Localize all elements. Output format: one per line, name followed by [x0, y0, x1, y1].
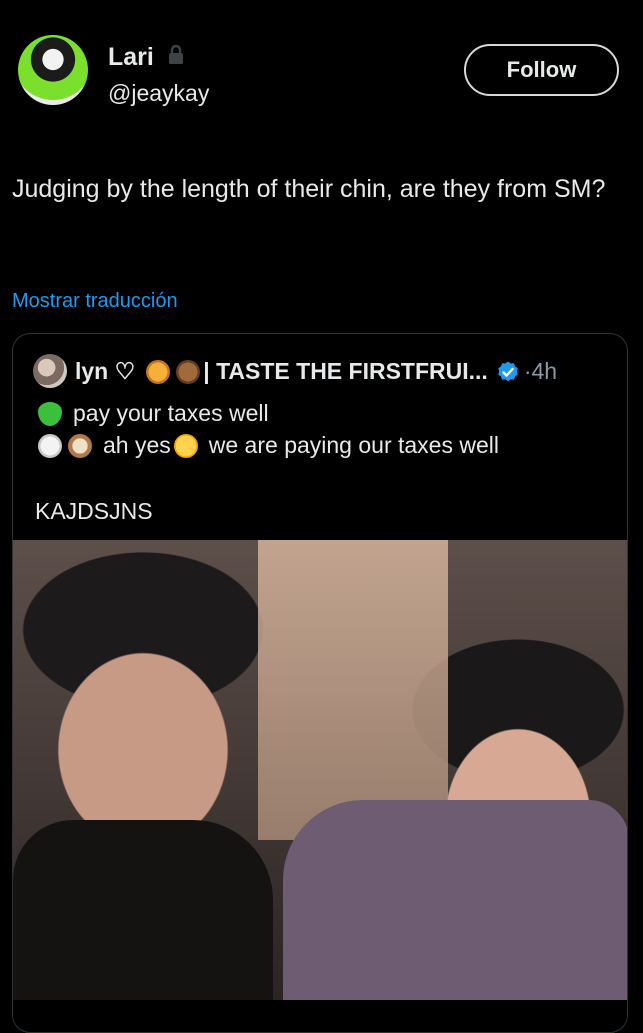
quoted-text-line-2a: ah yes	[103, 432, 171, 458]
verified-badge-icon	[498, 361, 518, 381]
bear-emoji	[176, 359, 201, 384]
dog-emoji	[68, 433, 92, 458]
quoted-tweet-time[interactable]: 4h	[531, 358, 557, 385]
quoted-tweet-card[interactable]: lyn ♡ | TASTE THE FIRSTFRUI... · 4h pay …	[12, 333, 628, 1033]
quoted-text-line-2b: we are paying our taxes well	[208, 432, 499, 458]
photo-background-wall	[258, 540, 448, 840]
quoted-line-2: ah yes we are paying our taxes well	[35, 432, 499, 459]
time-separator: ·	[523, 358, 532, 384]
rabbit-emoji	[38, 433, 62, 458]
quoted-author-title[interactable]: | TASTE THE FIRSTFRUI...	[203, 358, 488, 385]
lock-icon	[169, 44, 183, 64]
green-heart-emoji	[38, 401, 62, 426]
quoted-line-1: pay your taxes well	[35, 400, 269, 427]
quoted-text-line-3: KAJDSJNS	[35, 498, 153, 524]
quoted-author-name[interactable]: lyn ♡	[75, 358, 135, 385]
photo-person-left	[13, 820, 273, 1000]
tiger-emoji	[146, 359, 171, 384]
author-name[interactable]: Lari	[108, 43, 154, 72]
show-translation-link[interactable]: Mostrar traducción	[12, 290, 178, 313]
author-handle[interactable]: @jeaykay	[108, 80, 209, 107]
crying-emoji	[173, 433, 198, 458]
quoted-text-line-1: pay your taxes well	[73, 400, 269, 426]
quoted-tweet-header: lyn ♡ | TASTE THE FIRSTFRUI... · 4h	[75, 358, 557, 385]
tweet-text: Judging by the length of their chin, are…	[12, 175, 606, 203]
photo-person-right	[283, 800, 627, 1000]
quoted-tweet-photo[interactable]	[13, 540, 627, 1000]
quoted-author-avatar[interactable]	[33, 354, 67, 388]
author-avatar[interactable]	[18, 35, 88, 105]
follow-button[interactable]: Follow	[464, 44, 619, 96]
